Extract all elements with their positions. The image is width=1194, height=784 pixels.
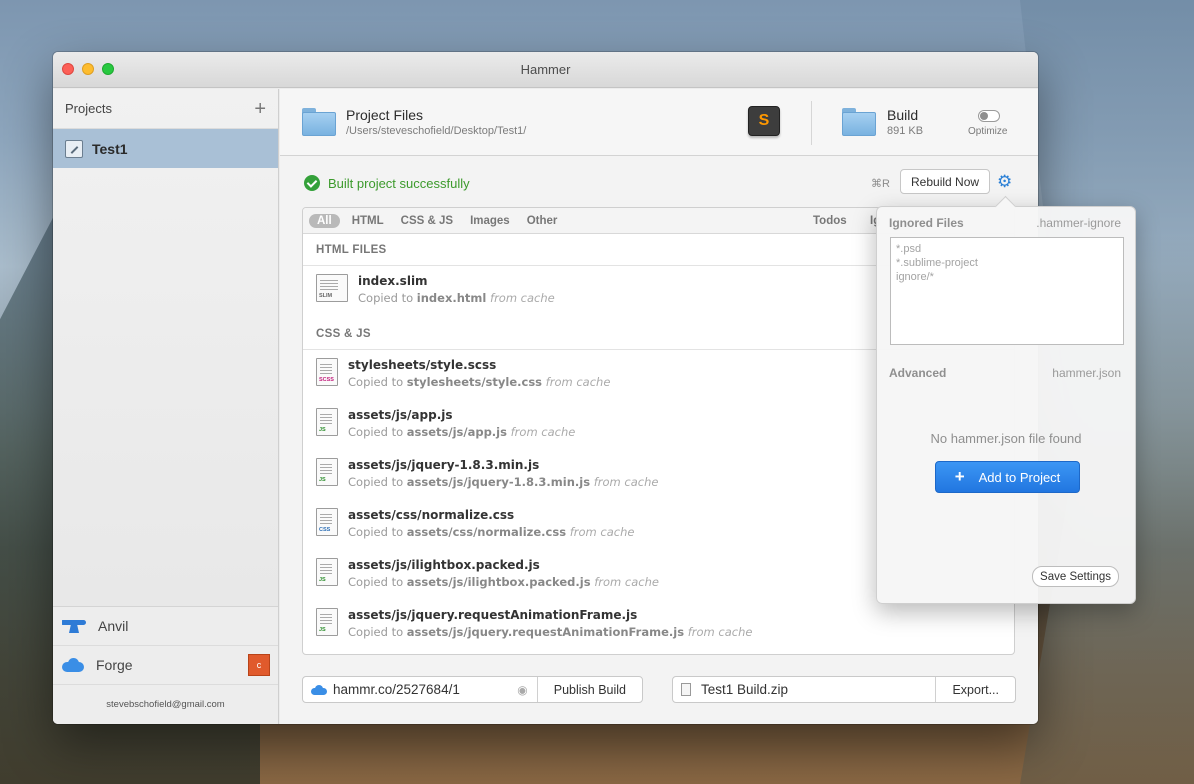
minimize-window-button[interactable] bbox=[82, 63, 94, 75]
filter-html[interactable]: HTML bbox=[352, 215, 384, 227]
export-zip-field[interactable]: Test1 Build.zip Export... bbox=[672, 676, 1016, 703]
projects-label: Projects bbox=[65, 101, 112, 116]
ignore-file-name: .hammer-ignore bbox=[1036, 216, 1121, 230]
build-size: 891 KB bbox=[887, 125, 924, 137]
rebuild-shortcut: ⌘R bbox=[871, 178, 890, 190]
status-message: Built project successfully bbox=[328, 175, 470, 191]
published-url[interactable]: hammr.co/2527684/1 bbox=[333, 682, 460, 697]
forge-avatar[interactable]: c bbox=[248, 654, 270, 676]
filter-images[interactable]: Images bbox=[470, 215, 510, 227]
services-panel: Anvil Forge c stevebschofield@gmail.com bbox=[53, 606, 278, 724]
no-config-message: No hammer.json file found bbox=[930, 431, 1082, 446]
file-output: Copied to assets/js/app.js from cache bbox=[348, 425, 576, 439]
gear-icon[interactable]: ⚙ bbox=[997, 173, 1012, 190]
js-file-icon: JS bbox=[316, 608, 338, 636]
file-output: Copied to assets/css/normalize.css from … bbox=[348, 525, 635, 539]
file-name: assets/js/app.js bbox=[348, 408, 453, 422]
publish-build-button[interactable]: Publish Build bbox=[536, 677, 642, 702]
file-name: stylesheets/style.scss bbox=[348, 358, 497, 372]
js-file-icon: JS bbox=[316, 558, 338, 586]
advanced-file-name: hammer.json bbox=[1052, 366, 1121, 380]
sidebar-item-project[interactable]: Test1 bbox=[53, 129, 278, 168]
file-name: assets/css/normalize.css bbox=[348, 508, 515, 522]
filter-all[interactable]: All bbox=[309, 213, 340, 228]
project-header: Project Files /Users/steveschofield/Desk… bbox=[280, 89, 1038, 156]
filter-css-js[interactable]: CSS & JS bbox=[401, 215, 453, 227]
optimize-label: Optimize bbox=[968, 126, 1008, 137]
zip-name: Test1 Build.zip bbox=[701, 682, 789, 697]
css-file-icon: CSS bbox=[316, 508, 338, 536]
check-circle-icon bbox=[304, 175, 320, 191]
build-folder-icon[interactable] bbox=[842, 108, 876, 136]
file-name: index.slim bbox=[358, 274, 428, 288]
file-output: Copied to index.html from cache bbox=[358, 291, 555, 305]
file-output: Copied to assets/js/jquery-1.8.3.min.js … bbox=[348, 475, 659, 489]
filter-other[interactable]: Other bbox=[527, 215, 558, 227]
anvil-label: Anvil bbox=[98, 618, 129, 634]
plus-icon: + bbox=[954, 467, 965, 486]
optimize-toggle[interactable] bbox=[978, 110, 1000, 122]
file-output: Copied to stylesheets/style.css from cac… bbox=[348, 375, 611, 389]
file-output: Copied to assets/js/ilightbox.packed.js … bbox=[348, 575, 659, 589]
ignored-files-label: Ignored Files bbox=[889, 216, 964, 230]
header-divider bbox=[811, 101, 812, 145]
close-window-button[interactable] bbox=[62, 63, 74, 75]
js-file-icon: JS bbox=[316, 458, 338, 486]
build-title: Build bbox=[887, 107, 919, 123]
forge-label: Forge bbox=[96, 657, 133, 673]
account-email: stevebschofield@gmail.com bbox=[106, 699, 225, 710]
ignored-files-input[interactable]: *.psd *.sublime-project ignore/* bbox=[890, 237, 1124, 345]
project-folder-icon[interactable] bbox=[302, 108, 336, 136]
add-to-project-label: Add to Project bbox=[978, 469, 1061, 485]
file-output: Copied to assets/js/jquery.requestAnimat… bbox=[348, 625, 753, 639]
file-name: assets/js/jquery-1.8.3.min.js bbox=[348, 458, 540, 472]
published-url-field[interactable]: hammr.co/2527684/1 ◉ Publish Build bbox=[302, 676, 643, 703]
cloud-icon bbox=[62, 658, 84, 672]
advanced-label: Advanced bbox=[889, 366, 947, 380]
save-settings-button[interactable]: Save Settings bbox=[1032, 566, 1119, 587]
file-row[interactable]: JS assets/js/jquery.requestAnimationFram… bbox=[303, 600, 1014, 650]
slim-file-icon: SLIM bbox=[316, 274, 348, 302]
project-files-title: Project Files bbox=[346, 107, 424, 123]
rebuild-now-button[interactable]: Rebuild Now bbox=[900, 169, 991, 194]
anvil-icon bbox=[62, 619, 86, 633]
project-name: Test1 bbox=[92, 140, 128, 157]
cloud-icon bbox=[311, 684, 327, 695]
projects-header: Projects + bbox=[53, 89, 278, 129]
sidebar-item-anvil[interactable]: Anvil bbox=[53, 607, 278, 646]
zoom-window-button[interactable] bbox=[102, 63, 114, 75]
project-files-path: /Users/steveschofield/Desktop/Test1/ bbox=[346, 125, 527, 137]
bottom-bar: hammr.co/2527684/1 ◉ Publish Build Test1… bbox=[302, 676, 1016, 703]
add-project-button[interactable]: + bbox=[254, 99, 266, 119]
window-controls bbox=[62, 63, 114, 75]
window-title: Hammer bbox=[520, 62, 571, 77]
export-button[interactable]: Export... bbox=[935, 677, 1015, 702]
file-name: assets/js/jquery.requestAnimationFrame.j… bbox=[348, 608, 638, 622]
file-name: assets/js/ilightbox.packed.js bbox=[348, 558, 540, 572]
eye-icon[interactable]: ◉ bbox=[517, 683, 527, 697]
title-bar[interactable]: Hammer bbox=[53, 52, 1038, 88]
project-icon bbox=[65, 139, 83, 158]
settings-popover: Ignored Files .hammer-ignore *.psd *.sub… bbox=[876, 206, 1136, 604]
sidebar: Projects + Test1 Anvil Forge c stevebsch… bbox=[53, 89, 279, 724]
build-status: Built project successfully bbox=[304, 175, 470, 191]
js-file-icon: JS bbox=[316, 408, 338, 436]
sublime-text-icon[interactable]: S bbox=[748, 106, 780, 136]
filter-todos[interactable]: Todos bbox=[813, 215, 847, 227]
sidebar-item-forge[interactable]: Forge c bbox=[53, 646, 278, 685]
scss-file-icon: SCSS bbox=[316, 358, 338, 386]
add-to-project-button[interactable]: + Add to Project bbox=[935, 461, 1080, 493]
zip-file-icon bbox=[681, 683, 691, 696]
